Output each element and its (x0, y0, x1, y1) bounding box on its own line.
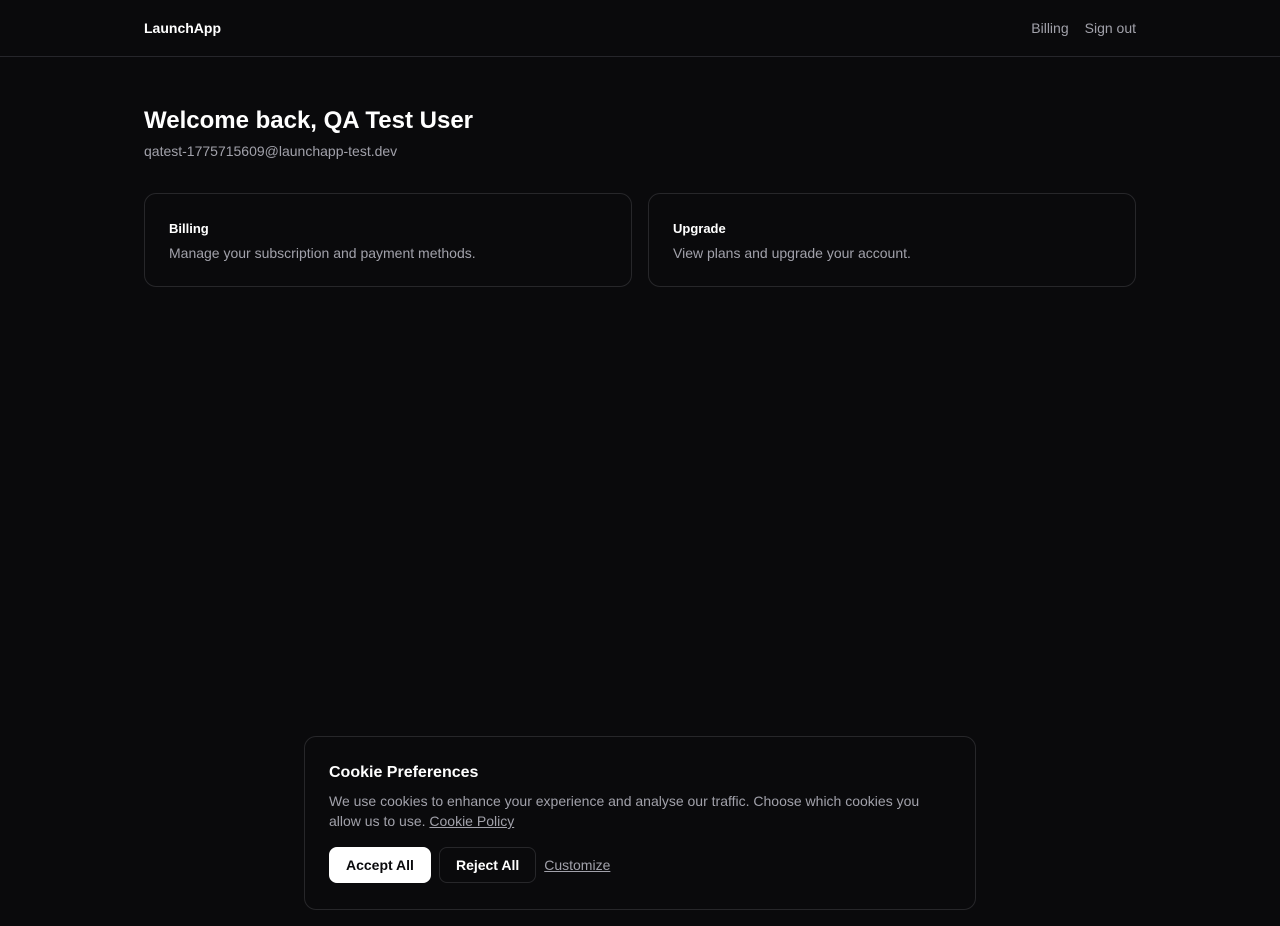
page-title: Welcome back, QA Test User (144, 107, 474, 134)
upgrade-card[interactable]: Upgrade View plans and upgrade your acco… (648, 193, 1136, 287)
upgrade-card-title: Upgrade (673, 221, 726, 236)
brand-logo[interactable]: LaunchApp (144, 19, 221, 37)
cookie-banner-actions: Accept All Reject All Customize (329, 847, 951, 883)
accept-all-button[interactable]: Accept All (329, 847, 431, 883)
reject-all-button[interactable]: Reject All (438, 847, 537, 883)
cookie-banner-message: We use cookies to enhance your experienc… (329, 793, 920, 829)
cookie-banner-title: Cookie Preferences (329, 764, 479, 781)
customize-link[interactable]: Customize (544, 857, 610, 873)
user-email: qatest-1775715609@launchapp-test.dev (144, 143, 398, 159)
nav-billing-link[interactable]: Billing (1031, 19, 1068, 37)
header-nav: Billing Sign out (1031, 19, 1136, 37)
billing-card[interactable]: Billing Manage your subscription and pay… (144, 193, 632, 287)
cookie-banner-text: We use cookies to enhance your experienc… (329, 791, 949, 831)
top-nav-bar: LaunchApp Billing Sign out (0, 0, 1280, 57)
nav-sign-out-link[interactable]: Sign out (1085, 19, 1136, 37)
billing-card-description: Manage your subscription and payment met… (169, 245, 476, 261)
cookie-banner: Cookie Preferences We use cookies to enh… (304, 736, 976, 910)
billing-card-title: Billing (169, 221, 209, 236)
upgrade-card-description: View plans and upgrade your account. (673, 245, 911, 261)
cookie-policy-link[interactable]: Cookie Policy (429, 813, 514, 829)
